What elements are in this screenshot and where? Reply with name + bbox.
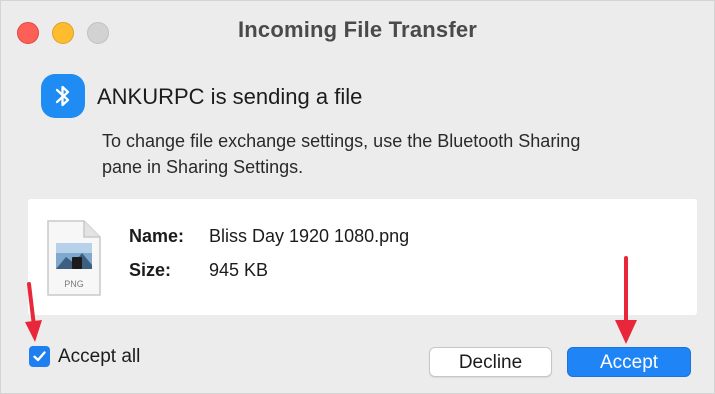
annotation-arrow-checkbox <box>25 282 42 342</box>
accept-all-label[interactable]: Accept all <box>58 346 140 368</box>
file-name-value: Bliss Day 1920 1080.png <box>209 226 410 246</box>
description-line-2: pane in Sharing Settings. <box>102 157 304 177</box>
incoming-file-transfer-window: Incoming File Transfer ANKURPC is sendin… <box>0 0 715 394</box>
size-label: Size: <box>129 260 172 280</box>
window-title: Incoming File Transfer <box>237 17 478 42</box>
accept-button[interactable]: Accept <box>567 347 691 377</box>
annotation-arrow-accept <box>615 256 637 344</box>
file-type-badge: PNG <box>64 279 84 289</box>
name-label: Name: <box>129 226 185 246</box>
decline-button[interactable]: Decline <box>429 347 552 377</box>
transfer-heading: ANKURPC is sending a file <box>97 84 363 109</box>
png-file-icon: PNG <box>44 219 102 302</box>
accept-all-checkbox[interactable] <box>29 346 50 367</box>
bluetooth-icon <box>41 74 85 118</box>
file-info-panel: PNG Name: Bliss Day 1920 1080.png Size: … <box>28 199 697 315</box>
transfer-description: To change file exchange settings, use th… <box>102 128 702 180</box>
description-line-1: To change file exchange settings, use th… <box>102 131 581 151</box>
titlebar: Incoming File Transfer <box>1 1 714 63</box>
file-size-value: 945 KB <box>209 260 269 280</box>
